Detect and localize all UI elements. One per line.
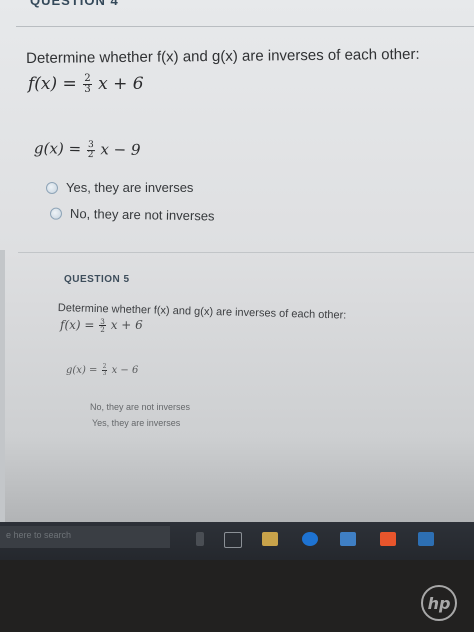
office-icon[interactable] bbox=[380, 532, 396, 546]
g-denominator: 2 bbox=[87, 149, 94, 160]
option-label: No, they are not inverses bbox=[69, 205, 215, 224]
microphone-icon[interactable] bbox=[196, 532, 204, 546]
question-4-divider bbox=[16, 26, 474, 27]
question-5-f-equation: f(x) = 3 2 x + 6 bbox=[60, 318, 143, 334]
f-fraction: 3 2 bbox=[99, 318, 106, 333]
question-5-option-yes[interactable]: Yes, they are inverses bbox=[92, 418, 180, 428]
question-4-prompt: Determine whether f(x) and g(x) are inve… bbox=[26, 45, 420, 67]
hp-logo: hp bbox=[421, 585, 457, 621]
g-rest: x − 9 bbox=[100, 140, 141, 159]
question-5-g-equation: g(x) = 2 3 x − 6 bbox=[66, 364, 138, 377]
task-view-icon[interactable] bbox=[224, 532, 242, 548]
page-left-edge bbox=[0, 250, 5, 540]
laptop-bezel bbox=[0, 560, 474, 632]
question-4-option-no[interactable]: No, they are not inverses bbox=[49, 205, 215, 224]
question-5-title: QUESTION 5 bbox=[64, 274, 130, 285]
g-rest: x − 6 bbox=[111, 365, 139, 376]
radio-button[interactable] bbox=[49, 207, 63, 220]
g-denominator: 3 bbox=[102, 370, 107, 377]
f-denominator: 3 bbox=[84, 84, 91, 96]
file-explorer-icon[interactable] bbox=[262, 532, 278, 546]
windows-taskbar: e here to search bbox=[0, 522, 474, 560]
question-5-divider bbox=[18, 252, 474, 253]
option-label: Yes, they are inverses bbox=[66, 180, 194, 195]
g-lhs: g(x) = bbox=[66, 365, 98, 376]
g-fraction: 3 2 bbox=[86, 140, 95, 160]
question-4-option-yes[interactable]: Yes, they are inverses bbox=[46, 180, 193, 195]
f-rest: x + 6 bbox=[110, 318, 143, 333]
browser-viewport: QUESTION 4 Determine whether f(x) and g(… bbox=[0, 0, 474, 560]
f-denominator: 2 bbox=[100, 325, 105, 335]
question-4-header: QUESTION 4 bbox=[30, 0, 119, 8]
question-4-f-equation: f(x) = 2 3 x + 6 bbox=[28, 73, 144, 96]
f-rest: x + 6 bbox=[98, 74, 144, 95]
f-fraction: 2 3 bbox=[83, 73, 92, 96]
search-placeholder: e here to search bbox=[6, 530, 72, 540]
question-5-block: QUESTION 5 Determine whether f(x) and g(… bbox=[56, 266, 474, 560]
mail-icon[interactable] bbox=[418, 532, 434, 546]
f-lhs: f(x) = bbox=[28, 74, 77, 95]
question-4-g-equation: g(x) = 3 2 x − 9 bbox=[34, 139, 141, 160]
store-icon[interactable] bbox=[340, 532, 356, 546]
g-fraction: 2 3 bbox=[101, 364, 108, 377]
question-5-option-no[interactable]: No, they are not inverses bbox=[90, 402, 190, 412]
f-lhs: f(x) = bbox=[60, 318, 95, 333]
g-lhs: g(x) = bbox=[33, 139, 82, 158]
radio-button[interactable] bbox=[46, 181, 58, 194]
taskbar-search-box[interactable]: e here to search bbox=[0, 526, 170, 548]
edge-browser-icon[interactable] bbox=[302, 532, 318, 546]
